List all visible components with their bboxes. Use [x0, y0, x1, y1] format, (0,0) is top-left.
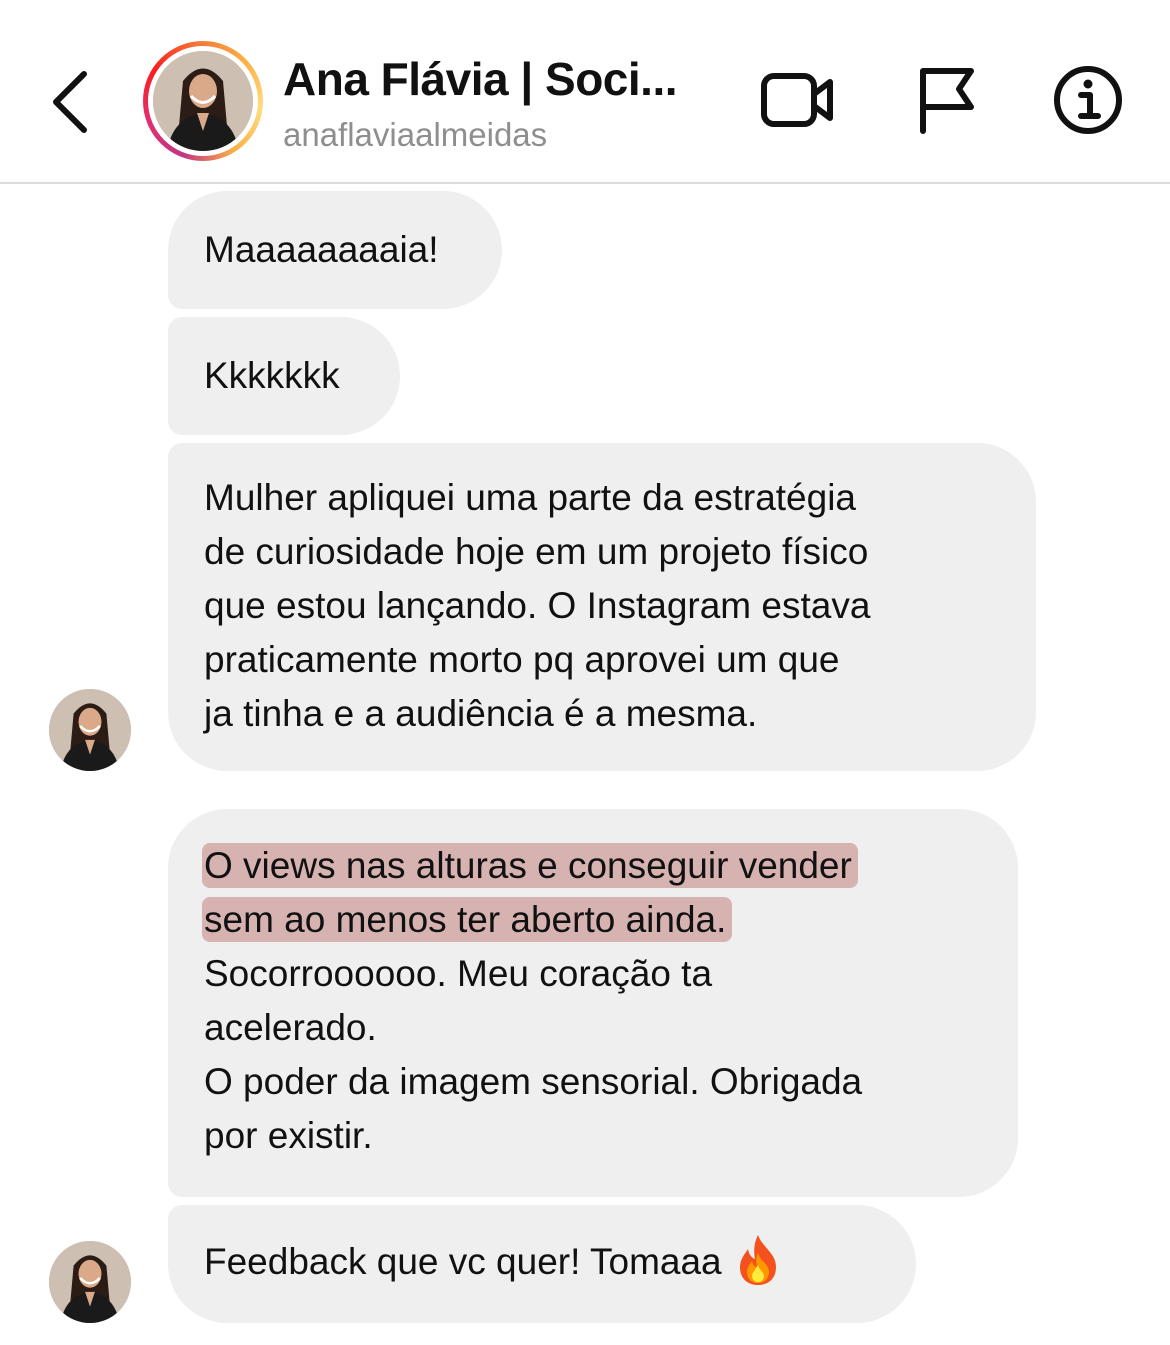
message-bubble[interactable]: Maaaaaaaaia!	[168, 191, 502, 309]
chat-header: Ana Flávia | Soci... anaflaviaalmeidas	[0, 0, 1170, 184]
message-text: que estou lançando. O Instagram estava	[204, 585, 871, 626]
fire-icon	[739, 1235, 776, 1286]
message-text: O poder da imagem sensorial. Obrigada	[204, 1061, 863, 1102]
highlighted-text: O views nas alturas e conseguir vender	[204, 845, 856, 886]
message-text: Maaaaaaaaia!	[204, 229, 439, 270]
message-bubble[interactable]: Mulher apliquei uma parte da estratégia …	[168, 443, 1036, 771]
message-text: acelerado.	[204, 1007, 377, 1048]
message-text: ja tinha e a audiência é a mesma.	[204, 693, 758, 734]
sender-avatar[interactable]	[49, 689, 131, 771]
message-text: Mulher apliquei uma parte da estratégia	[204, 477, 856, 518]
highlighted-text: sem ao menos ter aberto ainda.	[204, 899, 731, 940]
back-button[interactable]	[40, 62, 100, 142]
message-text: Feedback que vc quer! Tomaaa	[204, 1241, 722, 1282]
back-chevron-icon	[53, 71, 87, 133]
profile-avatar-story-ring[interactable]	[143, 41, 263, 161]
message-text: por existir.	[204, 1115, 373, 1156]
message-text: praticamente morto pq aprovei um que	[204, 639, 840, 680]
avatar	[153, 51, 253, 151]
contact-name[interactable]: Ana Flávia | Soci...	[283, 52, 677, 106]
message-bubble[interactable]: O views nas alturas e conseguir vender s…	[168, 809, 1018, 1197]
sender-avatar[interactable]	[49, 1241, 131, 1323]
message-bubble[interactable]: Kkkkkkk	[168, 317, 400, 435]
message-text: de curiosidade hoje em um projeto físico	[204, 531, 869, 572]
contact-username[interactable]: anaflaviaalmeidas	[283, 116, 547, 154]
info-button[interactable]	[1048, 60, 1128, 140]
flag-icon	[920, 68, 974, 134]
info-icon	[1054, 66, 1122, 134]
video-camera-icon	[761, 73, 833, 127]
message-text: Kkkkkkk	[204, 355, 340, 396]
message-bubble[interactable]: Feedback que vc quer! Tomaaa	[168, 1205, 916, 1323]
message-text: Socorroooooo. Meu coração ta	[204, 953, 713, 994]
video-call-button[interactable]	[758, 60, 838, 140]
report-button[interactable]	[905, 60, 985, 140]
